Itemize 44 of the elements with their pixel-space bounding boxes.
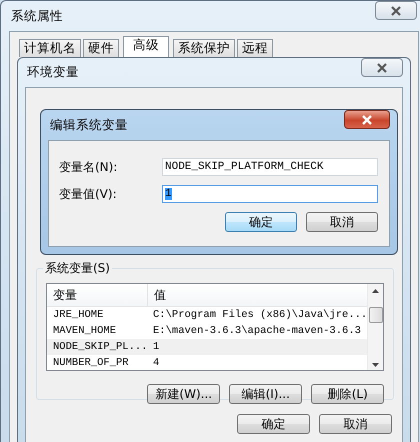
- column-header[interactable]: 变量: [47, 284, 148, 306]
- list-button[interactable]: 编辑(I)...: [229, 384, 302, 404]
- window-title: 系统属性: [10, 8, 63, 24]
- tab[interactable]: 计算机名: [19, 39, 81, 57]
- close-button[interactable]: [361, 58, 403, 77]
- table-cell-text: JRE_HOME: [52, 309, 104, 321]
- tab[interactable]: 系统保护: [173, 39, 235, 57]
- dialog-button[interactable]: 取消: [319, 414, 392, 434]
- table-cell-text: E:\maven-3.6.3\apache-maven-3.6.3: [152, 325, 361, 337]
- scroll-thumb[interactable]: [368, 307, 383, 323]
- window-title: 环境变量: [26, 64, 79, 81]
- list-row[interactable]: NODE_SKIP_PL... 1: [47, 339, 368, 355]
- field-label: 变量值(V):: [59, 186, 118, 202]
- input-field[interactable]: 1: [162, 185, 378, 203]
- list-row[interactable]: MAVEN_HOME E:\maven-3.6.3\apache-maven-3.6.3: [47, 323, 368, 339]
- list-button[interactable]: 删除(L): [311, 384, 384, 404]
- tab[interactable]: 高级: [123, 36, 169, 57]
- list-row[interactable]: NUMBER_OF_PR 4: [47, 355, 368, 370]
- close-button[interactable]: [375, 1, 417, 20]
- close-icon: [361, 114, 373, 124]
- list-row[interactable]: JRE_HOME C:\Program Files (x86)\Java\jre...: [47, 307, 368, 323]
- close-button[interactable]: [344, 110, 390, 129]
- dialog-button[interactable]: 确定: [237, 414, 310, 434]
- dialog-button[interactable]: 确定: [225, 212, 297, 232]
- field-label: 变量名(N):: [59, 158, 118, 176]
- table-cell-text: 4: [152, 357, 160, 369]
- input-field[interactable]: NODE_SKIP_PLATFORM_CHECK: [162, 158, 378, 176]
- close-icon: [390, 6, 402, 16]
- scroll-up-icon: [372, 289, 380, 293]
- tab[interactable]: 硬件: [83, 39, 119, 57]
- table-cell-text: MAVEN_HOME: [52, 325, 118, 337]
- group-label: 系统变量(S): [44, 260, 111, 277]
- close-icon: [376, 62, 388, 72]
- dialog-button[interactable]: 取消: [306, 212, 378, 232]
- table-cell-text: 1: [152, 341, 160, 353]
- scroll-down-icon: [372, 363, 380, 367]
- scrollbar[interactable]: [367, 284, 384, 370]
- table-cell-text: NODE_SKIP_PL...: [52, 341, 148, 353]
- dialog-title: 编辑系统变量: [49, 116, 128, 134]
- tab[interactable]: 远程: [237, 39, 273, 57]
- table-cell-text: NUMBER_OF_PR: [52, 357, 130, 369]
- list-button[interactable]: 新建(W)...: [147, 384, 220, 404]
- table-cell-text: C:\Program Files (x86)\Java\jre...: [152, 309, 368, 321]
- column-header[interactable]: 值: [148, 284, 166, 306]
